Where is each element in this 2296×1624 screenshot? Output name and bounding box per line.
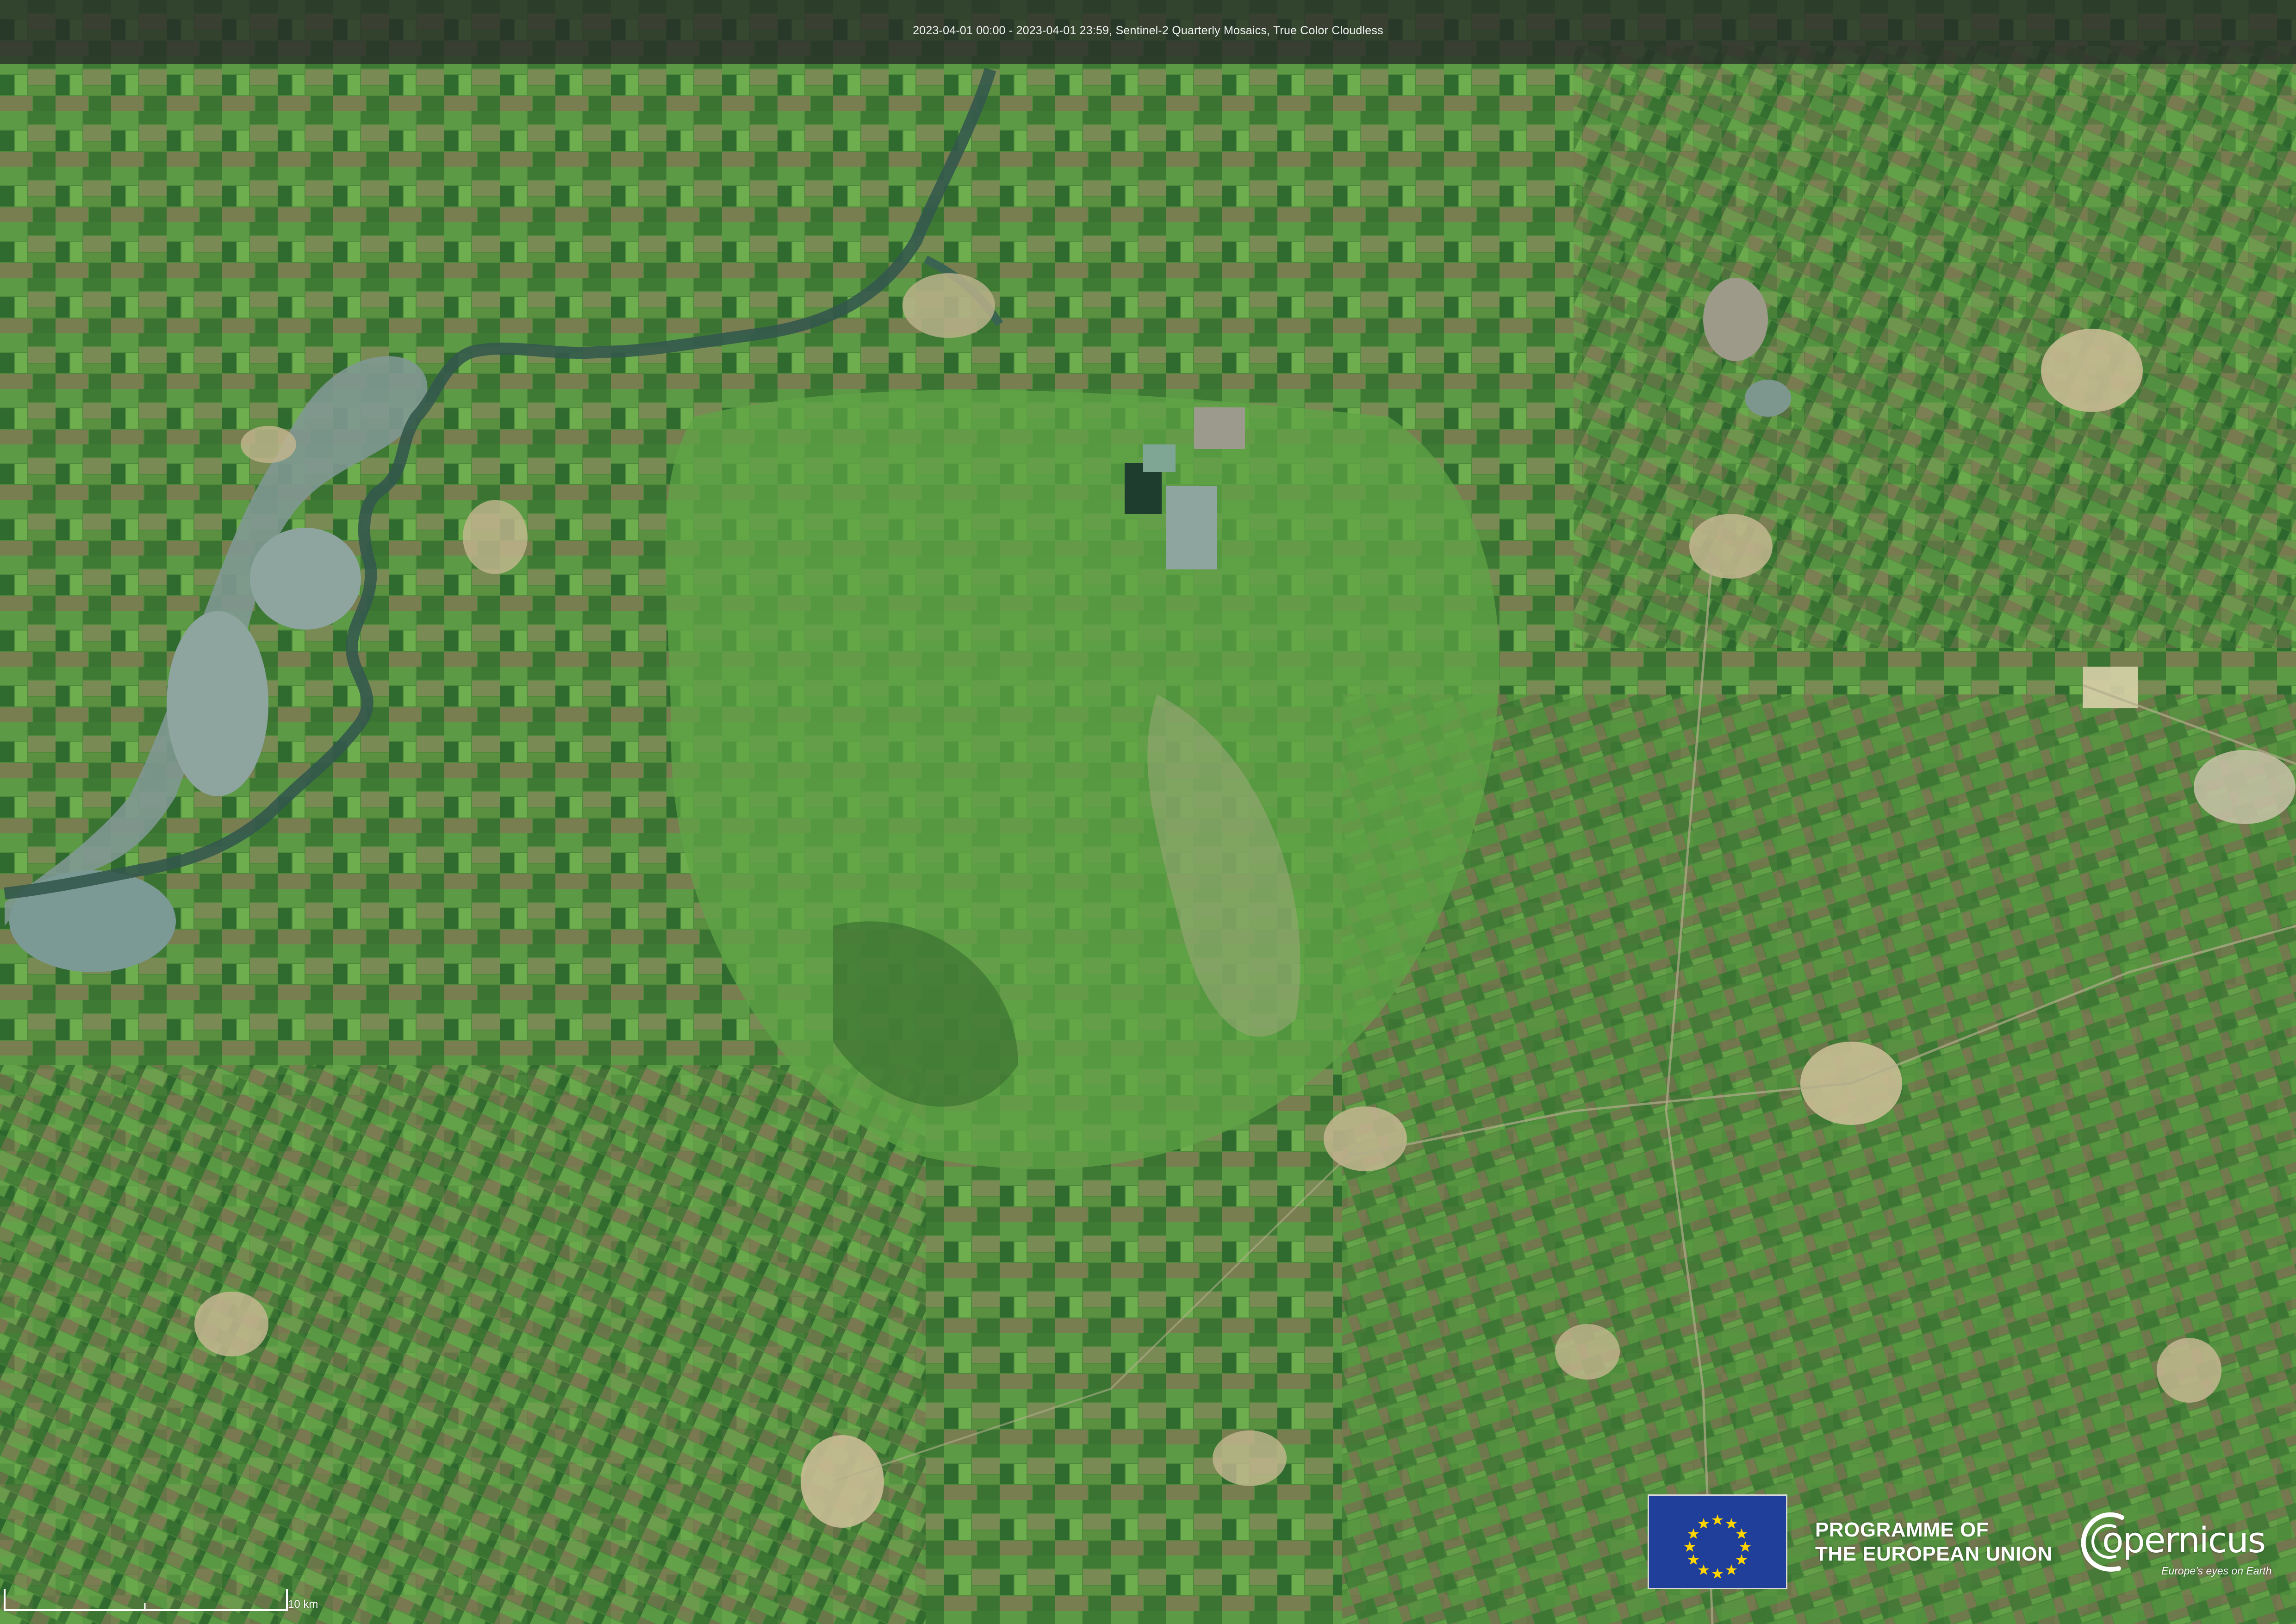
eu-programme-text: PROGRAMME OF THE EUROPEAN UNION [1815, 1518, 2053, 1566]
header-bar: 2023-04-01 00:00 - 2023-04-01 23:59, Sen… [0, 0, 2296, 64]
eu-flag-icon [1648, 1494, 1787, 1589]
copernicus-tagline: Europe's eyes on Earth [2161, 1565, 2272, 1577]
scale-label: 10 km [288, 1598, 318, 1611]
eu-line-2: THE EUROPEAN UNION [1815, 1542, 2053, 1565]
eu-line-1: PROGRAMME OF [1815, 1518, 1989, 1541]
image-caption: 2023-04-01 00:00 - 2023-04-01 23:59, Sen… [913, 24, 1383, 37]
eu-programme-block: PROGRAMME OF THE EUROPEAN UNION [1648, 1494, 2064, 1589]
copernicus-name: opernicus [2102, 1519, 2266, 1561]
copernicus-logo: opernicus Europe's eyes on Earth [2078, 1500, 2272, 1583]
satellite-image [0, 0, 2296, 1624]
scale-bar [3, 1584, 290, 1612]
